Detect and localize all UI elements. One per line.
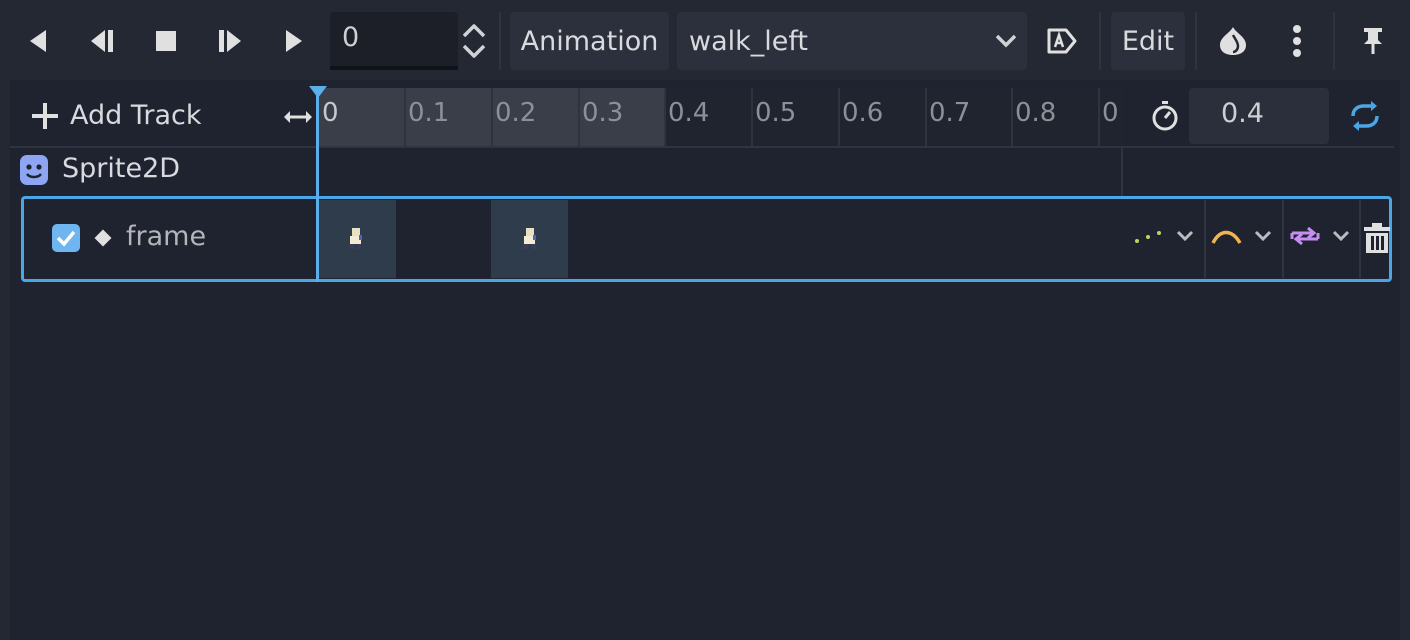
ruler-tick: [578, 88, 580, 146]
animation-menu-button[interactable]: Animation: [510, 12, 669, 70]
toolbar-separator: [499, 12, 501, 70]
animation-length-value: 0.4: [1221, 98, 1264, 129]
ruler-tick: [1098, 88, 1100, 146]
chevron-down-icon: [1254, 230, 1272, 242]
add-track-label: Add Track: [70, 100, 202, 131]
interpolation-mode-dropdown[interactable]: [1210, 224, 1272, 248]
play-backwards-button[interactable]: [82, 16, 122, 66]
edit-menu-button[interactable]: Edit: [1111, 12, 1185, 70]
ruler-tick: [925, 88, 927, 146]
edit-menu-label: Edit: [1121, 25, 1175, 57]
loop-wrap-icon: [1290, 226, 1320, 246]
play-icon: [286, 30, 302, 52]
update-mode-dropdown[interactable]: [1130, 224, 1194, 248]
remove-track-button[interactable]: [1363, 222, 1391, 258]
checkmark-icon: [56, 230, 76, 247]
animation-length-icon: [1150, 100, 1180, 136]
playhead-handle[interactable]: [309, 86, 327, 98]
track-options-divider: [1282, 200, 1284, 278]
chevron-down-icon: [1332, 230, 1350, 242]
ruler-tick: [751, 88, 753, 146]
ruler-tick-label: 0.2: [495, 98, 537, 128]
onion-icon: [1220, 27, 1246, 55]
loop-wrap-mode-dropdown[interactable]: [1288, 224, 1350, 248]
sprite-keyframe-icon: [350, 228, 362, 249]
loop-icon: [1351, 101, 1379, 131]
ruler-tick: [404, 88, 406, 146]
loop-toggle-button[interactable]: [1348, 100, 1382, 136]
frame-value: 0: [342, 22, 360, 53]
animation-toolbar: 0 Animation walk_left Edit: [0, 0, 1410, 80]
ruler-tick-label: 0.5: [755, 98, 797, 128]
play-from-here-button[interactable]: [210, 16, 250, 66]
trash-icon: [1364, 223, 1390, 253]
ruler-tick-label: 0: [1102, 98, 1119, 128]
chevron-down-icon: [1176, 230, 1194, 242]
animation-track-editor: [10, 80, 1400, 640]
toolbar-separator: [1195, 12, 1197, 70]
track-enabled-checkbox[interactable]: [52, 224, 80, 252]
animation-select[interactable]: walk_left: [677, 12, 1027, 70]
animation-length-field[interactable]: 0.4: [1189, 88, 1329, 144]
sprite2d-node-icon: [20, 155, 48, 185]
toolbar-separator: [1333, 12, 1335, 70]
pin-icon: [1364, 28, 1382, 54]
track-options-divider: [1359, 200, 1361, 278]
stop-icon: [156, 31, 176, 51]
frame-spinbox[interactable]: 0: [330, 12, 458, 70]
animation-menu-label: Animation: [520, 25, 659, 57]
plus-icon: [32, 102, 58, 129]
play-backwards-from-here-icon: [91, 30, 113, 52]
horizontal-resize-icon: [284, 111, 312, 123]
play-backwards-from-end-button[interactable]: [18, 16, 58, 66]
node-name-label: Sprite2D: [62, 153, 181, 184]
play-button[interactable]: [274, 16, 314, 66]
animation-select-value: walk_left: [689, 25, 808, 57]
ruler-tick-label: 0.8: [1015, 98, 1057, 128]
chevron-down-icon: [995, 34, 1017, 48]
stop-button[interactable]: [146, 16, 186, 66]
ruler-tick-label: 0.3: [582, 98, 624, 128]
more-options-button[interactable]: [1277, 16, 1317, 66]
ruler-tick: [664, 88, 666, 146]
timeline-zoom-handle[interactable]: [282, 106, 314, 132]
ruler-tick: [491, 88, 493, 146]
kebab-menu-icon: [1293, 25, 1301, 57]
ruler-tick: [838, 88, 840, 146]
ruler-tick-label: 0.1: [408, 98, 450, 128]
track-property-label: frame: [126, 221, 207, 252]
pin-panel-button[interactable]: [1353, 16, 1393, 66]
keyframe[interactable]: [319, 200, 396, 278]
add-track-button[interactable]: Add Track: [30, 100, 202, 131]
toolbar-separator: [1099, 12, 1101, 70]
ruler-tick-label: 0.7: [929, 98, 971, 128]
playhead[interactable]: [316, 88, 319, 282]
onion-skinning-button[interactable]: [1213, 16, 1253, 66]
cubic-interpolation-icon: [1211, 230, 1242, 244]
ruler-tick-label: 0.6: [842, 98, 884, 128]
ruler-divider: [10, 146, 1394, 148]
autoplay-icon: [1047, 28, 1077, 54]
play-backwards-icon: [30, 30, 46, 52]
play-from-here-icon: [219, 30, 241, 52]
autoplay-on-load-button[interactable]: [1042, 16, 1082, 66]
sprite-keyframe-icon: [523, 228, 536, 249]
ruler-tick: [1011, 88, 1013, 146]
discrete-update-icon: [1135, 231, 1161, 243]
spin-arrows-icon[interactable]: [460, 22, 488, 64]
track-options-divider: [1204, 200, 1206, 278]
ruler-tick-label: 0: [322, 98, 339, 128]
ruler-tick-label: 0.4: [668, 98, 710, 128]
keyframe[interactable]: [491, 200, 568, 278]
